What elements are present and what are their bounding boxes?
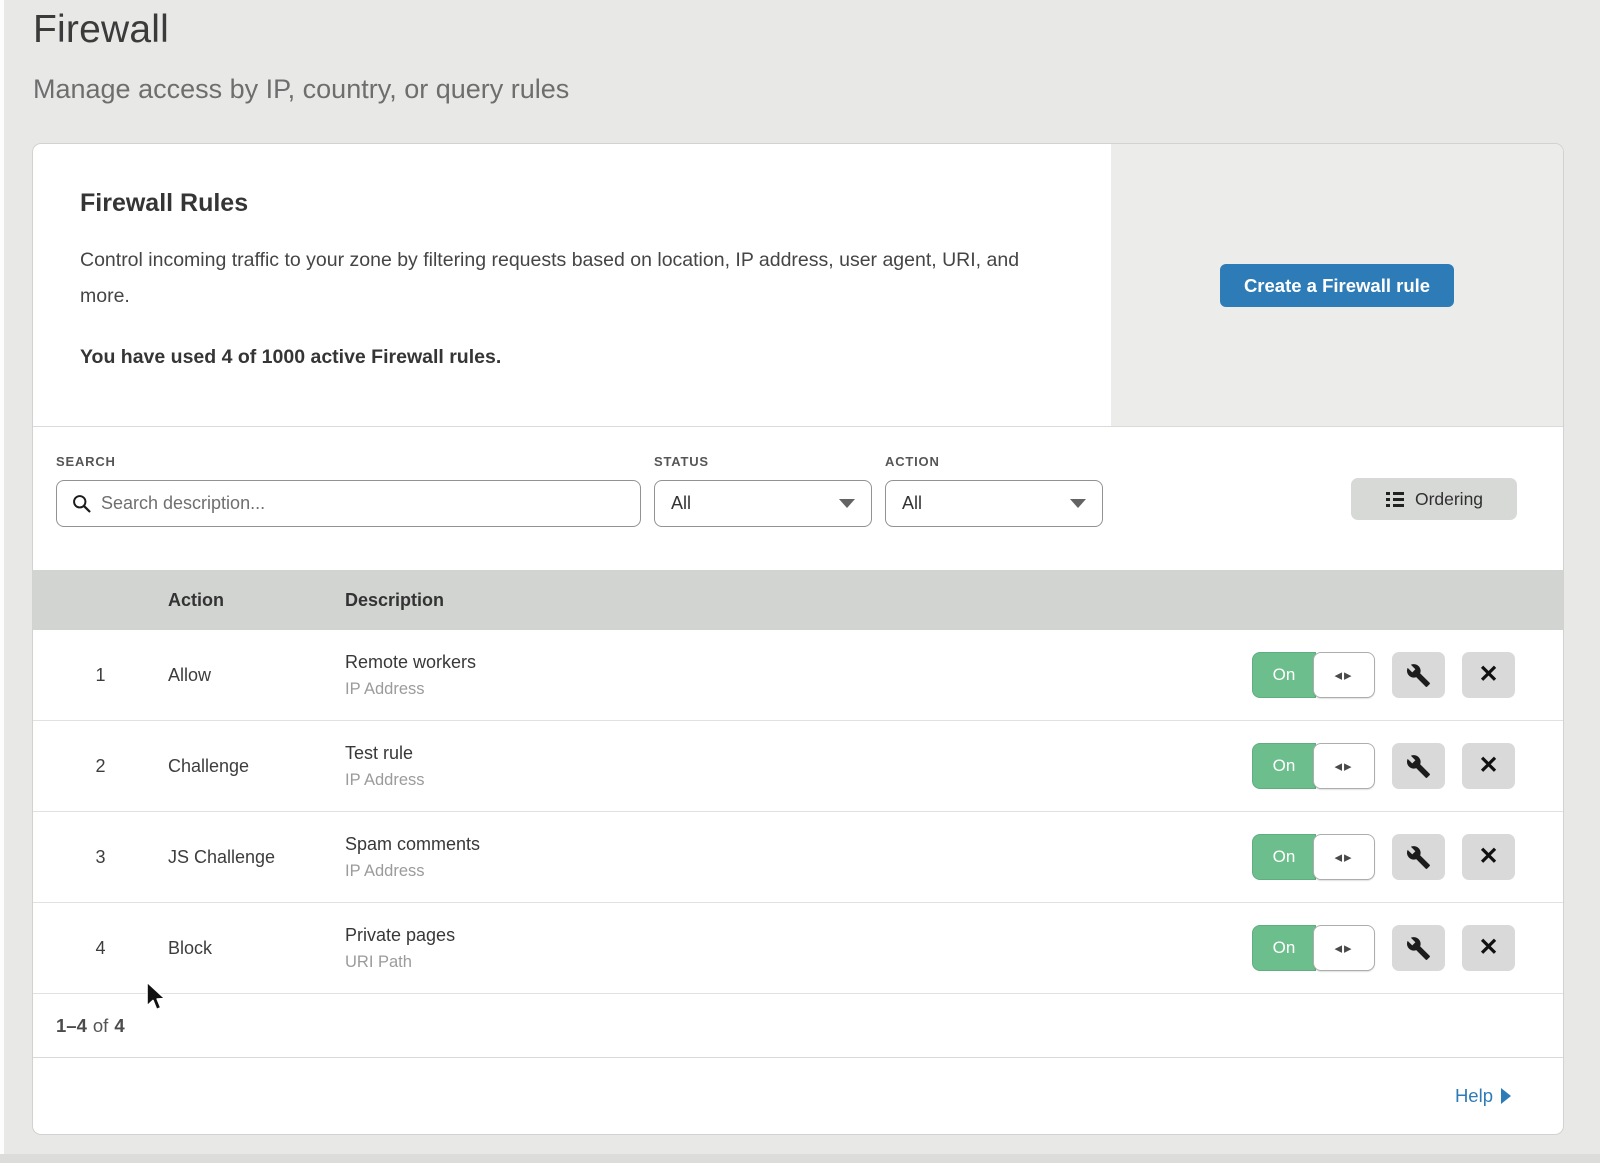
rule-description-cell: Test rule IP Address: [345, 743, 1252, 790]
pagination-of: of: [93, 1015, 108, 1037]
rule-match-type: IP Address: [345, 771, 1252, 790]
pagination: 1–4 of 4: [33, 994, 1563, 1057]
page-header: Firewall Manage access by IP, country, o…: [33, 8, 569, 105]
table-row: 3 JS Challenge Spam comments IP Address …: [33, 812, 1563, 903]
toggle-on-label: On: [1252, 743, 1316, 789]
rule-priority: 3: [33, 847, 168, 868]
help-link-label: Help: [1455, 1085, 1493, 1107]
search-input[interactable]: [101, 493, 626, 514]
ordered-list-icon: [1385, 489, 1405, 509]
description-column-header: Description: [345, 590, 1563, 611]
wrench-icon: [1406, 754, 1431, 779]
help-link[interactable]: Help: [1455, 1085, 1511, 1107]
bottom-edge-strip: [0, 1154, 1600, 1163]
table-row: 1 Allow Remote workers IP Address On ◂▸ …: [33, 630, 1563, 721]
rule-action: Challenge: [168, 756, 345, 777]
close-icon: ✕: [1478, 845, 1498, 869]
page-subtitle: Manage access by IP, country, or query r…: [33, 74, 569, 105]
help-row: Help: [33, 1057, 1563, 1134]
rules-intro: Firewall Rules Control incoming traffic …: [33, 144, 1111, 426]
wrench-icon: [1406, 936, 1431, 961]
rules-usage-text: You have used 4 of 1000 active Firewall …: [80, 346, 1051, 369]
ordering-button[interactable]: Ordering: [1351, 478, 1517, 520]
search-box: [56, 480, 641, 527]
action-field-group: ACTION All: [885, 454, 1103, 527]
left-right-arrows-icon: ◂▸: [1313, 743, 1375, 789]
rule-description-cell: Spam comments IP Address: [345, 834, 1252, 881]
rule-enabled-toggle[interactable]: On ◂▸: [1252, 652, 1375, 698]
filter-bar: SEARCH STATUS All ACTION All: [33, 427, 1563, 570]
left-edge-strip: [0, 0, 4, 1163]
toggle-on-label: On: [1252, 834, 1316, 880]
rule-description: Private pages: [345, 925, 1252, 946]
table-row: 4 Block Private pages URI Path On ◂▸ ✕: [33, 903, 1563, 994]
close-icon: ✕: [1478, 754, 1498, 778]
rule-priority: 4: [33, 938, 168, 959]
toggle-on-label: On: [1252, 925, 1316, 971]
search-label: SEARCH: [56, 454, 641, 469]
action-select[interactable]: All: [885, 480, 1103, 527]
rule-description-cell: Remote workers IP Address: [345, 652, 1252, 699]
ordering-button-label: Ordering: [1415, 489, 1483, 510]
rule-match-type: URI Path: [345, 953, 1252, 972]
edit-rule-button[interactable]: [1392, 652, 1445, 698]
table-row: 2 Challenge Test rule IP Address On ◂▸ ✕: [33, 721, 1563, 812]
rules-description: Control incoming traffic to your zone by…: [80, 242, 1040, 314]
rule-enabled-toggle[interactable]: On ◂▸: [1252, 743, 1375, 789]
action-select-value: All: [902, 493, 922, 514]
action-label: ACTION: [885, 454, 1103, 469]
rule-controls: On ◂▸ ✕: [1252, 743, 1563, 789]
search-field-group: SEARCH: [56, 454, 641, 527]
rule-action: Allow: [168, 665, 345, 686]
action-column-header: Action: [168, 590, 345, 611]
left-right-arrows-icon: ◂▸: [1313, 925, 1375, 971]
edit-rule-button[interactable]: [1392, 925, 1445, 971]
table-header: Action Description: [33, 570, 1563, 630]
wrench-icon: [1406, 845, 1431, 870]
delete-rule-button[interactable]: ✕: [1462, 925, 1515, 971]
rule-action: JS Challenge: [168, 847, 345, 868]
close-icon: ✕: [1478, 936, 1498, 960]
rule-description-cell: Private pages URI Path: [345, 925, 1252, 972]
pagination-range: 1–4: [56, 1015, 87, 1037]
chevron-down-icon: [839, 499, 855, 508]
create-firewall-rule-button[interactable]: Create a Firewall rule: [1220, 264, 1454, 307]
delete-rule-button[interactable]: ✕: [1462, 834, 1515, 880]
rule-controls: On ◂▸ ✕: [1252, 925, 1563, 971]
rules-intro-section: Firewall Rules Control incoming traffic …: [33, 144, 1563, 427]
rule-description: Spam comments: [345, 834, 1252, 855]
search-icon: [71, 493, 92, 514]
delete-rule-button[interactable]: ✕: [1462, 652, 1515, 698]
rule-controls: On ◂▸ ✕: [1252, 652, 1563, 698]
chevron-down-icon: [1070, 499, 1086, 508]
left-right-arrows-icon: ◂▸: [1313, 652, 1375, 698]
status-select-value: All: [671, 493, 691, 514]
delete-rule-button[interactable]: ✕: [1462, 743, 1515, 789]
rule-enabled-toggle[interactable]: On ◂▸: [1252, 834, 1375, 880]
close-icon: ✕: [1478, 663, 1498, 687]
rule-match-type: IP Address: [345, 862, 1252, 881]
rule-controls: On ◂▸ ✕: [1252, 834, 1563, 880]
edit-rule-button[interactable]: [1392, 834, 1445, 880]
status-label: STATUS: [654, 454, 872, 469]
toggle-on-label: On: [1252, 652, 1316, 698]
rules-heading: Firewall Rules: [80, 189, 1051, 218]
firewall-rules-card: Firewall Rules Control incoming traffic …: [32, 143, 1564, 1135]
left-right-arrows-icon: ◂▸: [1313, 834, 1375, 880]
page-title: Firewall: [33, 8, 569, 52]
wrench-icon: [1406, 663, 1431, 688]
rule-description: Test rule: [345, 743, 1252, 764]
pagination-total: 4: [114, 1015, 124, 1037]
rule-action: Block: [168, 938, 345, 959]
status-select[interactable]: All: [654, 480, 872, 527]
rule-match-type: IP Address: [345, 680, 1252, 699]
rule-description: Remote workers: [345, 652, 1252, 673]
rule-priority: 1: [33, 665, 168, 686]
edit-rule-button[interactable]: [1392, 743, 1445, 789]
rule-priority: 2: [33, 756, 168, 777]
create-rule-panel: Create a Firewall rule: [1111, 144, 1563, 426]
chevron-right-icon: [1501, 1088, 1511, 1104]
status-field-group: STATUS All: [654, 454, 872, 527]
rule-enabled-toggle[interactable]: On ◂▸: [1252, 925, 1375, 971]
